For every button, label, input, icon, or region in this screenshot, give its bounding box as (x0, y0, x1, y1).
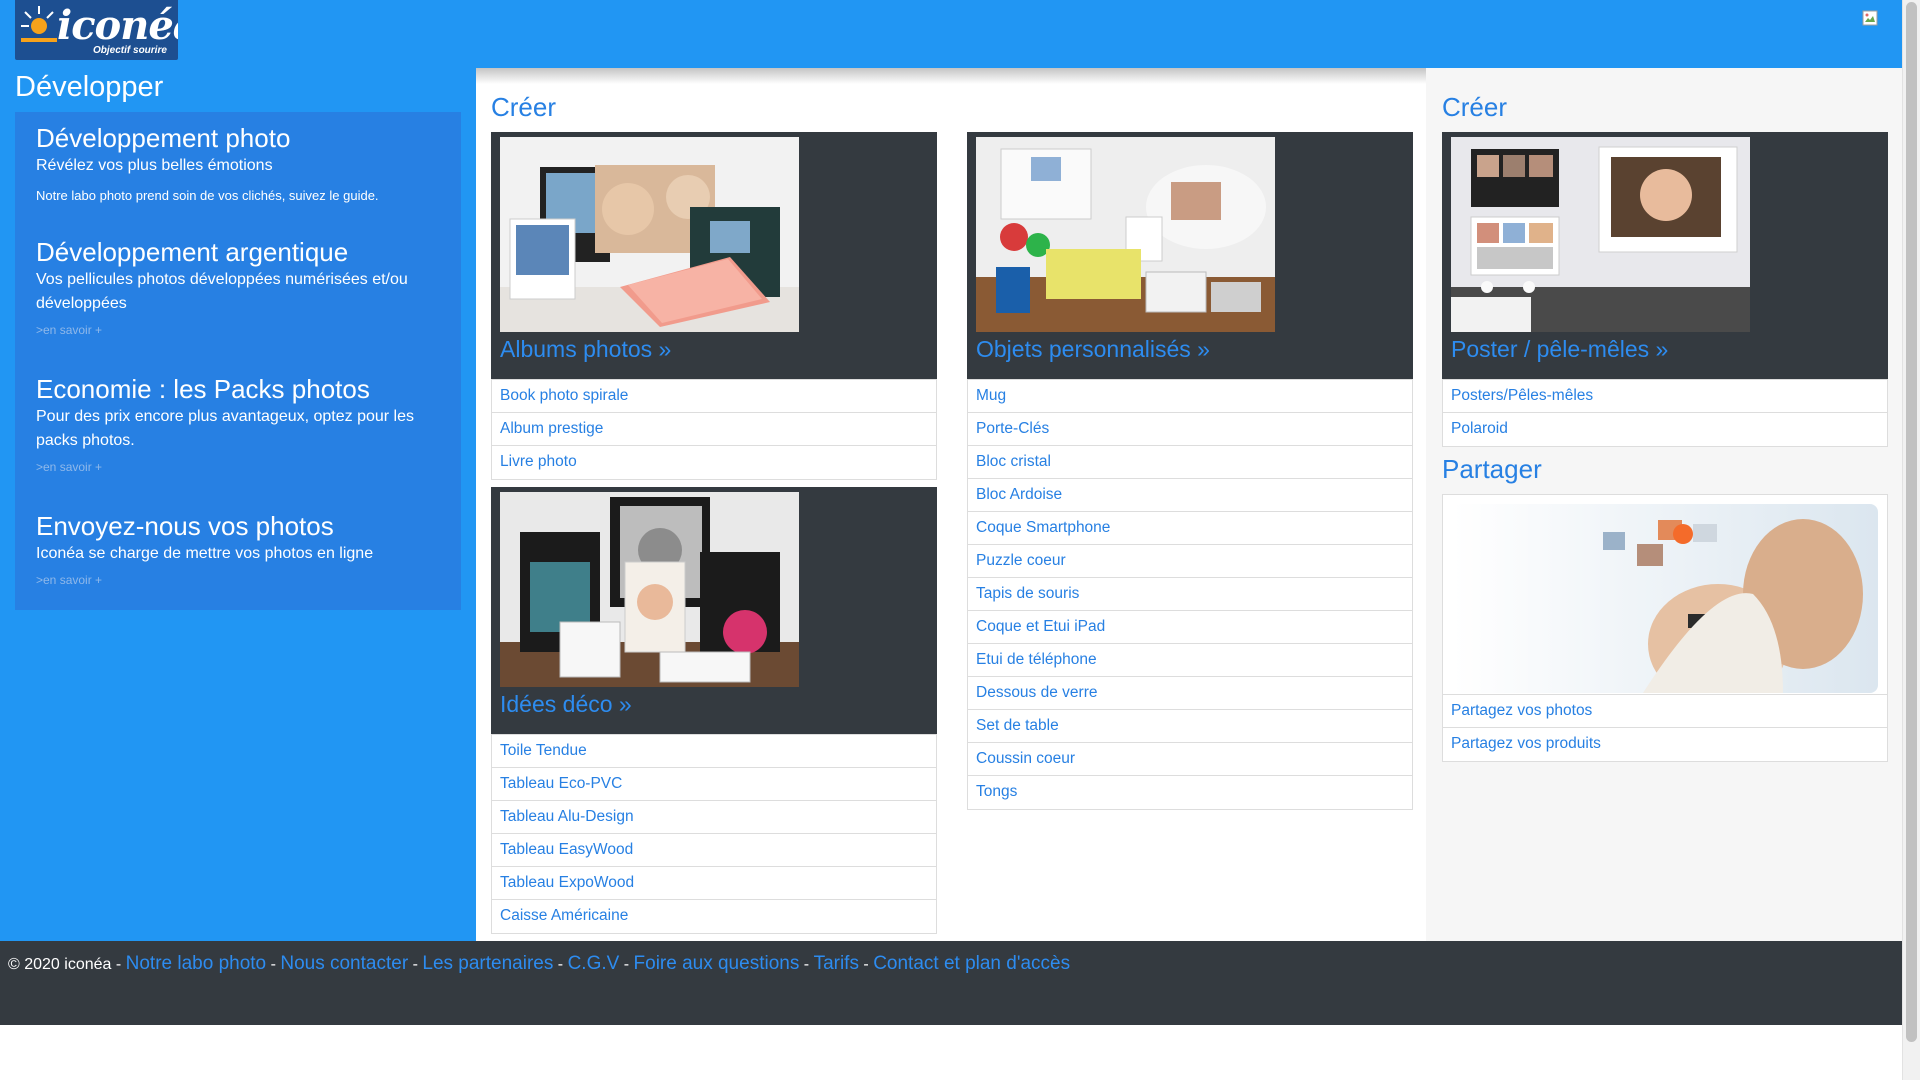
develop-item-argentique[interactable]: Développement argentique Vos pellicules … (36, 236, 446, 342)
share-list: Partagez vos photos Partagez vos produit… (1442, 694, 1888, 762)
list-item[interactable]: Coque Smartphone (968, 512, 1412, 545)
list-item[interactable]: Toile Tendue (492, 735, 936, 768)
list-item[interactable]: Tableau Alu-Design (492, 801, 936, 834)
separator: - (408, 956, 423, 973)
vertical-scrollbar[interactable] (1902, 0, 1920, 1080)
page: iconéa Objectif sourire Développer Dével… (0, 0, 1902, 1080)
copyright: © 2020 iconéa - (8, 956, 126, 973)
deco-photo-image[interactable] (500, 492, 799, 687)
list-item[interactable]: Bloc Ardoise (968, 479, 1412, 512)
develop-item-packs[interactable]: Economie : les Packs photos Pour des pri… (36, 373, 446, 479)
develop-item-more-link[interactable]: >en savoir + (36, 568, 446, 592)
list-item[interactable]: Bloc cristal (968, 446, 1412, 479)
list-item[interactable]: Book photo spirale (492, 380, 936, 413)
develop-panel: Développement photo Révélez vos plus bel… (15, 112, 461, 610)
footer-link-faq[interactable]: Foire aux questions (634, 953, 800, 974)
list-item[interactable]: Porte-Clés (968, 413, 1412, 446)
develop-item-send[interactable]: Envoyez-nous vos photos Iconéa se charge… (36, 510, 446, 592)
objets-card[interactable]: Objets personnalisés » (967, 132, 1413, 379)
footer: © 2020 iconéa - Notre labo photo - Nous … (0, 941, 1902, 1025)
sun-icon (21, 6, 57, 42)
develop-item-desc: Iconéa se charge de mettre vos photos en… (36, 545, 374, 562)
deco-caption-link[interactable]: Idées déco » (500, 691, 632, 718)
list-item[interactable]: Partagez vos photos (1443, 695, 1887, 728)
list-item[interactable]: Coque et Etui iPad (968, 611, 1412, 644)
top-header: iconéa Objectif sourire (0, 0, 1902, 68)
create-title-right: Créer (1442, 92, 1508, 122)
list-item[interactable]: Tableau EasyWood (492, 834, 936, 867)
list-item[interactable]: Dessous de verre (968, 677, 1412, 710)
develop-item-note: Notre labo photo prend soin de vos clich… (36, 188, 379, 203)
list-item[interactable]: Tableau ExpoWood (492, 867, 936, 900)
poster-card[interactable]: Poster / pêle-mêles » (1442, 132, 1888, 379)
albums-photo-image[interactable] (500, 137, 799, 332)
scrollbar-thumb[interactable] (1906, 2, 1917, 1042)
develop-item-title[interactable]: Envoyez-nous vos photos (36, 510, 446, 542)
footer-link-labo[interactable]: Notre labo photo (126, 953, 267, 974)
deco-list: Toile Tendue Tableau Eco-PVC Tableau Alu… (491, 734, 937, 934)
share-title: Partager (1442, 454, 1542, 484)
objets-photo-image[interactable] (976, 137, 1275, 332)
list-item[interactable]: Polaroid (1443, 413, 1887, 446)
separator: - (553, 956, 568, 973)
footer-links: © 2020 iconéa - Notre labo photo - Nous … (8, 953, 1070, 975)
deco-card[interactable]: Idées déco » (491, 487, 937, 734)
list-item[interactable]: Mug (968, 380, 1412, 413)
footer-link-partners[interactable]: Les partenaires (422, 953, 553, 974)
footer-link-contact[interactable]: Nous contacter (280, 953, 408, 974)
separator: - (858, 956, 874, 973)
list-item[interactable]: Etui de téléphone (968, 644, 1412, 677)
objets-caption-link[interactable]: Objets personnalisés » (976, 336, 1210, 363)
poster-caption-link[interactable]: Poster / pêle-mêles » (1451, 336, 1668, 363)
list-item[interactable]: Puzzle coeur (968, 545, 1412, 578)
develop-item-desc: Vos pellicules photos développées numéri… (36, 271, 408, 312)
share-box: Partagez vos photos Partagez vos produit… (1442, 494, 1888, 762)
list-item[interactable]: Set de table (968, 710, 1412, 743)
list-item[interactable]: Coussin coeur (968, 743, 1412, 776)
develop-item-more-link[interactable]: >en savoir + (36, 318, 446, 342)
list-item[interactable]: Tapis de souris (968, 578, 1412, 611)
develop-column: Développer Développement photo Révélez v… (0, 68, 476, 941)
logo-brand: iconéa (57, 2, 178, 49)
poster-photo-image[interactable] (1451, 137, 1750, 332)
separator: - (619, 956, 634, 973)
create-title: Créer (491, 92, 557, 122)
develop-item-title[interactable]: Développement photo (36, 122, 446, 154)
list-item[interactable]: Partagez vos produits (1443, 728, 1887, 761)
develop-item-title[interactable]: Economie : les Packs photos (36, 373, 446, 405)
footer-link-cgv[interactable]: C.G.V (568, 953, 620, 974)
list-item[interactable]: Tongs (968, 776, 1412, 809)
list-item[interactable]: Tableau Eco-PVC (492, 768, 936, 801)
albums-caption-link[interactable]: Albums photos » (500, 336, 671, 363)
broken-image-icon (1862, 10, 1878, 26)
objets-list: Mug Porte-Clés Bloc cristal Bloc Ardoise… (967, 379, 1413, 810)
footer-link-tarifs[interactable]: Tarifs (814, 953, 859, 974)
develop-item-photo[interactable]: Développement photo Révélez vos plus bel… (36, 122, 446, 208)
list-item[interactable]: Livre photo (492, 446, 936, 479)
list-item[interactable]: Album prestige (492, 413, 936, 446)
develop-item-title[interactable]: Développement argentique (36, 236, 446, 268)
poster-list: Posters/Pêles-mêles Polaroid (1442, 379, 1888, 447)
develop-item-more-link[interactable]: >en savoir + (36, 455, 446, 479)
header-shadow (476, 68, 1426, 84)
list-item[interactable]: Caisse Américaine (492, 900, 936, 933)
logo-tagline: Objectif sourire (93, 45, 167, 56)
albums-list: Book photo spirale Album prestige Livre … (491, 379, 937, 480)
develop-item-desc: Pour des prix encore plus avantageux, op… (36, 408, 415, 449)
separator: - (266, 956, 281, 973)
albums-card[interactable]: Albums photos » (491, 132, 937, 379)
develop-title: Développer (15, 71, 164, 103)
share-photo-image[interactable] (1453, 504, 1878, 693)
develop-item-desc: Révélez vos plus belles émotions (36, 157, 273, 174)
footer-link-access[interactable]: Contact et plan d'accès (873, 953, 1070, 974)
logo[interactable]: iconéa Objectif sourire (15, 0, 178, 60)
list-item[interactable]: Posters/Pêles-mêles (1443, 380, 1887, 413)
separator: - (799, 956, 814, 973)
